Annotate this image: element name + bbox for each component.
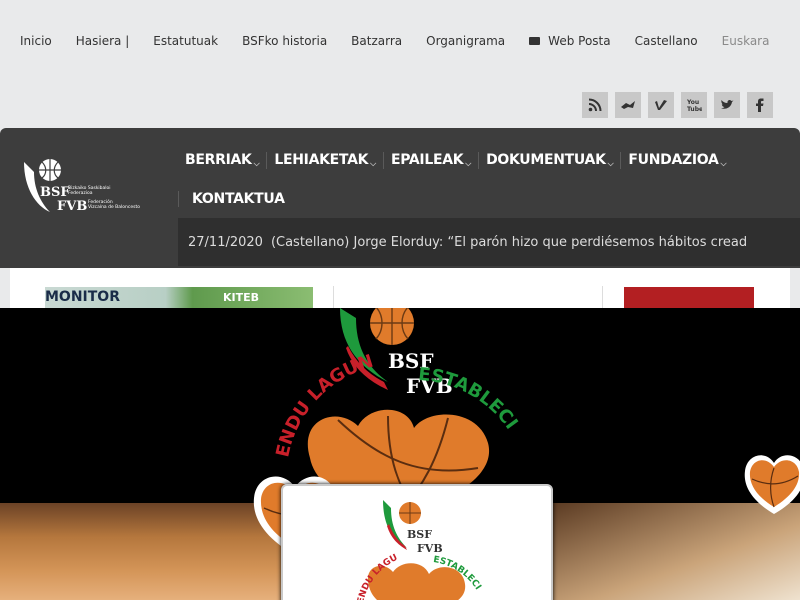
nav-item-epaileak[interactable]: EPAILEAK ⌵ bbox=[382, 151, 478, 169]
svg-text:Tube: Tube bbox=[687, 106, 702, 112]
nav-item-lehiaketak[interactable]: LEHIAKETAK ⌵ bbox=[266, 151, 383, 169]
delicious-icon[interactable] bbox=[615, 92, 641, 118]
site-header: BSF FVB Bizkaiko Saskibaloi Federazioa F… bbox=[0, 128, 800, 268]
court-floor-image-right bbox=[550, 503, 800, 600]
link-euskara[interactable]: Euskara bbox=[710, 34, 782, 48]
top-bar: Inicio Hasiera | Estatutuak BSFko histor… bbox=[0, 0, 800, 128]
logo-bsf-text: BSF bbox=[40, 185, 70, 200]
link-hasiera[interactable]: Hasiera | bbox=[64, 34, 142, 48]
link-organigrama[interactable]: Organigrama bbox=[414, 34, 517, 48]
link-castellano[interactable]: Castellano bbox=[623, 34, 710, 48]
social-icons: You Tube bbox=[582, 92, 773, 118]
web-posta-label: Web Posta bbox=[548, 34, 611, 48]
nav-row-1: BERRIAK ⌵ LEHIAKETAK ⌵ EPAILEAK ⌵ DOKUMENTU… bbox=[178, 146, 778, 174]
nav-item-kontaktua[interactable]: KONTAKTUA bbox=[178, 191, 292, 207]
monitor-text: MONITOR bbox=[45, 289, 120, 305]
card-emblem: BSF FVB ENDU LAGUNA ESTABLECI bbox=[283, 486, 483, 600]
link-web-posta[interactable]: Web Posta bbox=[517, 34, 622, 48]
chevron-down-icon: ⌵ bbox=[465, 158, 472, 168]
mail-icon bbox=[529, 37, 541, 45]
kiteb-text: KITEB bbox=[223, 291, 260, 304]
link-inicio[interactable]: Inicio bbox=[8, 34, 64, 48]
popup-card[interactable]: BSF FVB ENDU LAGUNA ESTABLECI bbox=[281, 484, 553, 600]
nav-label: LEHIAKETAK bbox=[274, 151, 369, 168]
chevron-down-icon: ⌵ bbox=[253, 158, 260, 168]
youtube-icon[interactable]: You Tube bbox=[681, 92, 707, 118]
monitor-thumbnail[interactable]: MONITOR KITEB bbox=[45, 287, 313, 308]
logo-fvb-text: FVB bbox=[57, 199, 87, 214]
svg-text:You: You bbox=[686, 99, 699, 106]
twitter-icon[interactable] bbox=[714, 92, 740, 118]
nav-item-berriak[interactable]: BERRIAK ⌵ bbox=[178, 152, 266, 169]
chevron-down-icon: ⌵ bbox=[607, 158, 614, 168]
heart-ball-right bbox=[744, 455, 800, 514]
column-divider bbox=[333, 286, 334, 308]
link-estatutuak[interactable]: Estatutuak bbox=[141, 34, 230, 48]
news-ticker[interactable]: 27/11/2020 (Castellano) Jorge Elorduy: “… bbox=[178, 218, 800, 266]
link-historia[interactable]: BSFko historia bbox=[230, 34, 339, 48]
vimeo-icon[interactable] bbox=[648, 92, 674, 118]
nav-label: FUNDAZIOA bbox=[628, 151, 719, 168]
ticker-text[interactable]: (Castellano) Jorge Elorduy: “El parón hi… bbox=[271, 235, 747, 250]
nav-item-fundazioa[interactable]: FUNDAZIOA ⌵ bbox=[620, 151, 733, 169]
nav-row-2: KONTAKTUA bbox=[178, 185, 778, 213]
popup-overlay[interactable]: BSF FVB ENDU LAGUNA ESTABLECI BSF FVB bbox=[0, 308, 800, 600]
rss-icon[interactable] bbox=[582, 92, 608, 118]
facebook-icon[interactable] bbox=[747, 92, 773, 118]
nav-label: BERRIAK bbox=[185, 151, 252, 168]
logo-sub3: Federación bbox=[88, 198, 113, 205]
red-thumbnail[interactable] bbox=[624, 287, 754, 308]
logo-sub2: Federazioa bbox=[68, 190, 93, 196]
top-links: Inicio Hasiera | Estatutuak BSFko histor… bbox=[8, 31, 781, 51]
chevron-down-icon: ⌵ bbox=[720, 158, 727, 168]
card-fvb-text: FVB bbox=[417, 542, 443, 555]
bsf-fvb-logo[interactable]: BSF FVB Bizkaiko Saskibaloi Federazioa F… bbox=[20, 158, 160, 218]
nav-label: KONTAKTUA bbox=[192, 191, 285, 207]
content-strip: MONITOR KITEB bbox=[10, 268, 790, 308]
logo-sub4: Vizcaína de Baloncesto bbox=[88, 203, 140, 210]
nav-label: EPAILEAK bbox=[390, 151, 464, 168]
card-bsf-text: BSF bbox=[407, 528, 432, 541]
link-batzarra[interactable]: Batzarra bbox=[339, 34, 414, 48]
chevron-down-icon: ⌵ bbox=[370, 158, 376, 168]
main-nav: BERRIAK ⌵ LEHIAKETAK ⌵ EPAILEAK ⌵ DOKUMENTU… bbox=[178, 146, 778, 213]
column-divider bbox=[602, 286, 603, 308]
nav-label: DOKUMENTUAK bbox=[486, 151, 606, 168]
ticker-date: 27/11/2020 bbox=[188, 234, 263, 250]
nav-item-dokumentuak[interactable]: DOKUMENTUAK ⌵ bbox=[478, 151, 620, 169]
